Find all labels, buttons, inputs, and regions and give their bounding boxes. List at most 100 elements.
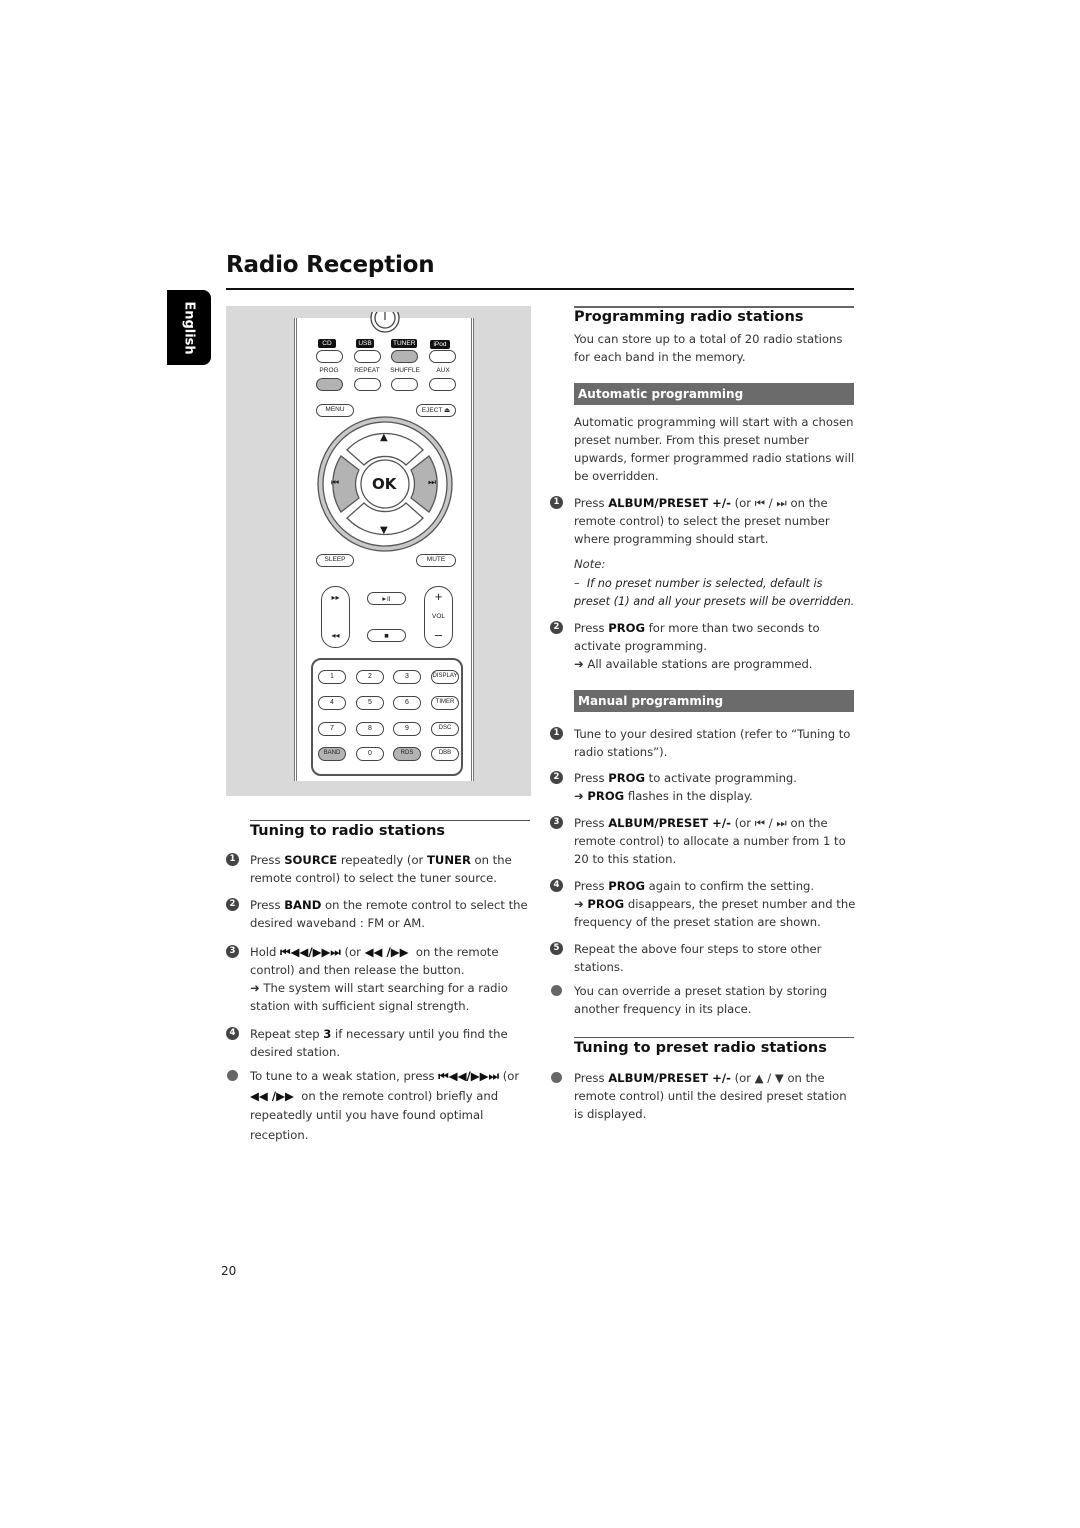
manual-step-5: 5 Repeat the above four steps to store o… xyxy=(550,940,860,980)
prog-label: PROG xyxy=(319,367,339,374)
key-8[interactable]: 8 xyxy=(356,722,384,736)
automatic-programming-heading: Automatic programming xyxy=(574,383,854,405)
page-title: Radio Reception xyxy=(226,252,435,278)
bullet-icon xyxy=(551,1072,562,1083)
menu-label: MENU xyxy=(325,406,345,413)
ok-button[interactable]: OK xyxy=(372,475,396,493)
ipod-button[interactable] xyxy=(429,350,456,363)
language-tab-label: English xyxy=(181,300,197,355)
manual-tip-text: You can override a preset station by sto… xyxy=(574,984,828,1016)
display-button[interactable]: DISPLAY xyxy=(431,670,459,684)
preset-tuning-heading: Tuning to preset radio stations xyxy=(574,1040,827,1056)
manual-step-1: 1 Tune to your desired station (refer to… xyxy=(550,725,860,765)
manual-tip: You can override a preset station by sto… xyxy=(550,982,860,1022)
key-0[interactable]: 0 xyxy=(356,747,384,761)
step-number-5: 5 xyxy=(550,942,563,955)
repeat-button[interactable] xyxy=(354,378,381,391)
step-number-3: 3 xyxy=(226,945,239,958)
dsc-button[interactable]: DSC xyxy=(431,722,459,736)
manual-step-2-text: Press PROG to activate programming. ➜ PRO… xyxy=(574,771,797,803)
manual-step-3-text: Press ALBUM/PRESET +/- (or ⏮ / ⏭ on the … xyxy=(574,816,846,866)
automatic-step-2-text: Press PROG for more than two seconds to … xyxy=(574,621,820,671)
automatic-step-1-text: Press ALBUM/PRESET +/- (or ⏮ / ⏭ on the … xyxy=(574,496,830,546)
preset-tuning-step-text: Press ALBUM/PRESET +/- (or ▲ / ▼ on the … xyxy=(574,1071,847,1121)
programming-section-divider xyxy=(574,306,854,308)
step-number-1: 1 xyxy=(550,727,563,740)
key-9[interactable]: 9 xyxy=(393,722,421,736)
programming-intro: You can store up to a total of 20 radio … xyxy=(574,332,843,364)
bullet-icon xyxy=(227,1070,238,1081)
tuning-step-1-text: Press SOURCE repeatedly (or TUNER on the… xyxy=(250,853,512,885)
tuning-step-2-text: Press BAND on the remote control to sele… xyxy=(250,898,528,930)
cd-button[interactable] xyxy=(316,350,343,363)
note-text: – If no preset number is selected, defau… xyxy=(574,577,855,608)
title-divider xyxy=(226,288,854,290)
page-number: 20 xyxy=(221,1264,237,1278)
step-number-1: 1 xyxy=(226,853,239,866)
rds-button[interactable]: RDS xyxy=(393,747,421,761)
step-number-3: 3 xyxy=(550,816,563,829)
down-arrow-icon[interactable]: ▼ xyxy=(380,525,388,536)
play-pause-icon: ▸॥ xyxy=(382,594,391,603)
step-number-4: 4 xyxy=(550,879,563,892)
tuning-step-4-text: Repeat step 3 if necessary until you fin… xyxy=(250,1027,508,1059)
tuning-tip: To tune to a weak station, press ⏮◀◀/▶▶⏭… xyxy=(226,1067,536,1147)
prog-button[interactable] xyxy=(316,378,343,391)
sleep-label: SLEEP xyxy=(324,556,346,563)
programming-heading: Programming radio stations xyxy=(574,309,804,325)
next-icon[interactable]: ⏭ xyxy=(428,478,436,488)
step-number-2: 2 xyxy=(226,898,239,911)
key-6[interactable]: 6 xyxy=(393,696,421,710)
manual-step-4-text: Press PROG again to confirm the setting.… xyxy=(574,879,856,929)
source-tag-tuner: TUNER xyxy=(391,339,417,348)
key-7[interactable]: 7 xyxy=(318,722,346,736)
preset-tuning-step: Press ALBUM/PRESET +/- (or ▲ / ▼ on the … xyxy=(550,1069,860,1129)
play-pause-button[interactable]: ▸॥ xyxy=(367,592,406,605)
step-number-1: 1 xyxy=(550,496,563,509)
manual-step-4: 4 Press PROG again to confirm the settin… xyxy=(550,877,860,937)
repeat-label: REPEAT xyxy=(354,367,380,374)
shuffle-button[interactable] xyxy=(391,378,418,391)
search-rocker[interactable]: ▸▸ ◂◂ xyxy=(321,586,350,648)
tuning-step-2: 2 Press BAND on the remote control to se… xyxy=(226,896,536,936)
manual-step-2: 2 Press PROG to activate programming. ➜ P… xyxy=(550,769,860,809)
tuning-tip-text: To tune to a weak station, press ⏮◀◀/▶▶⏭… xyxy=(250,1069,520,1142)
key-1[interactable]: 1 xyxy=(318,670,346,684)
aux-label: AUX xyxy=(436,367,450,374)
tuning-section-divider xyxy=(250,820,530,821)
keypad: 1 2 3 DISPLAY 4 5 6 TIMER 7 8 9 DSC BAND… xyxy=(311,658,463,776)
aux-button[interactable] xyxy=(429,378,456,391)
key-2[interactable]: 2 xyxy=(356,670,384,684)
usb-button[interactable] xyxy=(354,350,381,363)
tuner-button[interactable] xyxy=(391,350,418,363)
stop-icon: ■ xyxy=(384,631,389,640)
source-tag-cd: CD xyxy=(318,339,336,348)
note-label: Note: xyxy=(574,557,606,571)
manual-programming-heading: Manual programming xyxy=(574,690,854,712)
timer-button[interactable]: TIMER xyxy=(431,696,459,710)
tuning-step-4: 4 Repeat step 3 if necessary until you f… xyxy=(226,1025,536,1065)
fast-forward-icon[interactable]: ▸▸ xyxy=(322,593,349,602)
volume-rocker[interactable]: + VOL – xyxy=(424,586,453,648)
mute-button[interactable]: MUTE xyxy=(416,554,456,567)
dbb-button[interactable]: DBB xyxy=(431,747,459,761)
tuning-step-3: 3 Hold ⏮◀◀/▶▶⏭ (or ◀◀ /▶▶ on the remote … xyxy=(226,943,536,1023)
manual-step-1-text: Tune to your desired station (refer to “… xyxy=(574,727,851,759)
key-4[interactable]: 4 xyxy=(318,696,346,710)
volume-down-icon[interactable]: – xyxy=(425,627,452,642)
mute-label: MUTE xyxy=(426,556,446,563)
rewind-icon[interactable]: ◂◂ xyxy=(322,631,349,640)
language-tab: English xyxy=(167,290,211,365)
step-number-2: 2 xyxy=(550,771,563,784)
volume-up-icon[interactable]: + xyxy=(425,589,452,604)
key-5[interactable]: 5 xyxy=(356,696,384,710)
tuning-step-1: 1 Press SOURCE repeatedly (or TUNER on t… xyxy=(226,851,536,891)
key-3[interactable]: 3 xyxy=(393,670,421,684)
band-button[interactable]: BAND xyxy=(318,747,346,761)
manual-step-5-text: Repeat the above four steps to store oth… xyxy=(574,942,822,974)
up-arrow-icon[interactable]: ▲ xyxy=(380,432,388,443)
previous-icon[interactable]: ⏮ xyxy=(331,478,339,488)
sleep-button[interactable]: SLEEP xyxy=(316,554,354,567)
preset-section-divider xyxy=(574,1037,854,1038)
stop-button[interactable]: ■ xyxy=(367,629,406,642)
